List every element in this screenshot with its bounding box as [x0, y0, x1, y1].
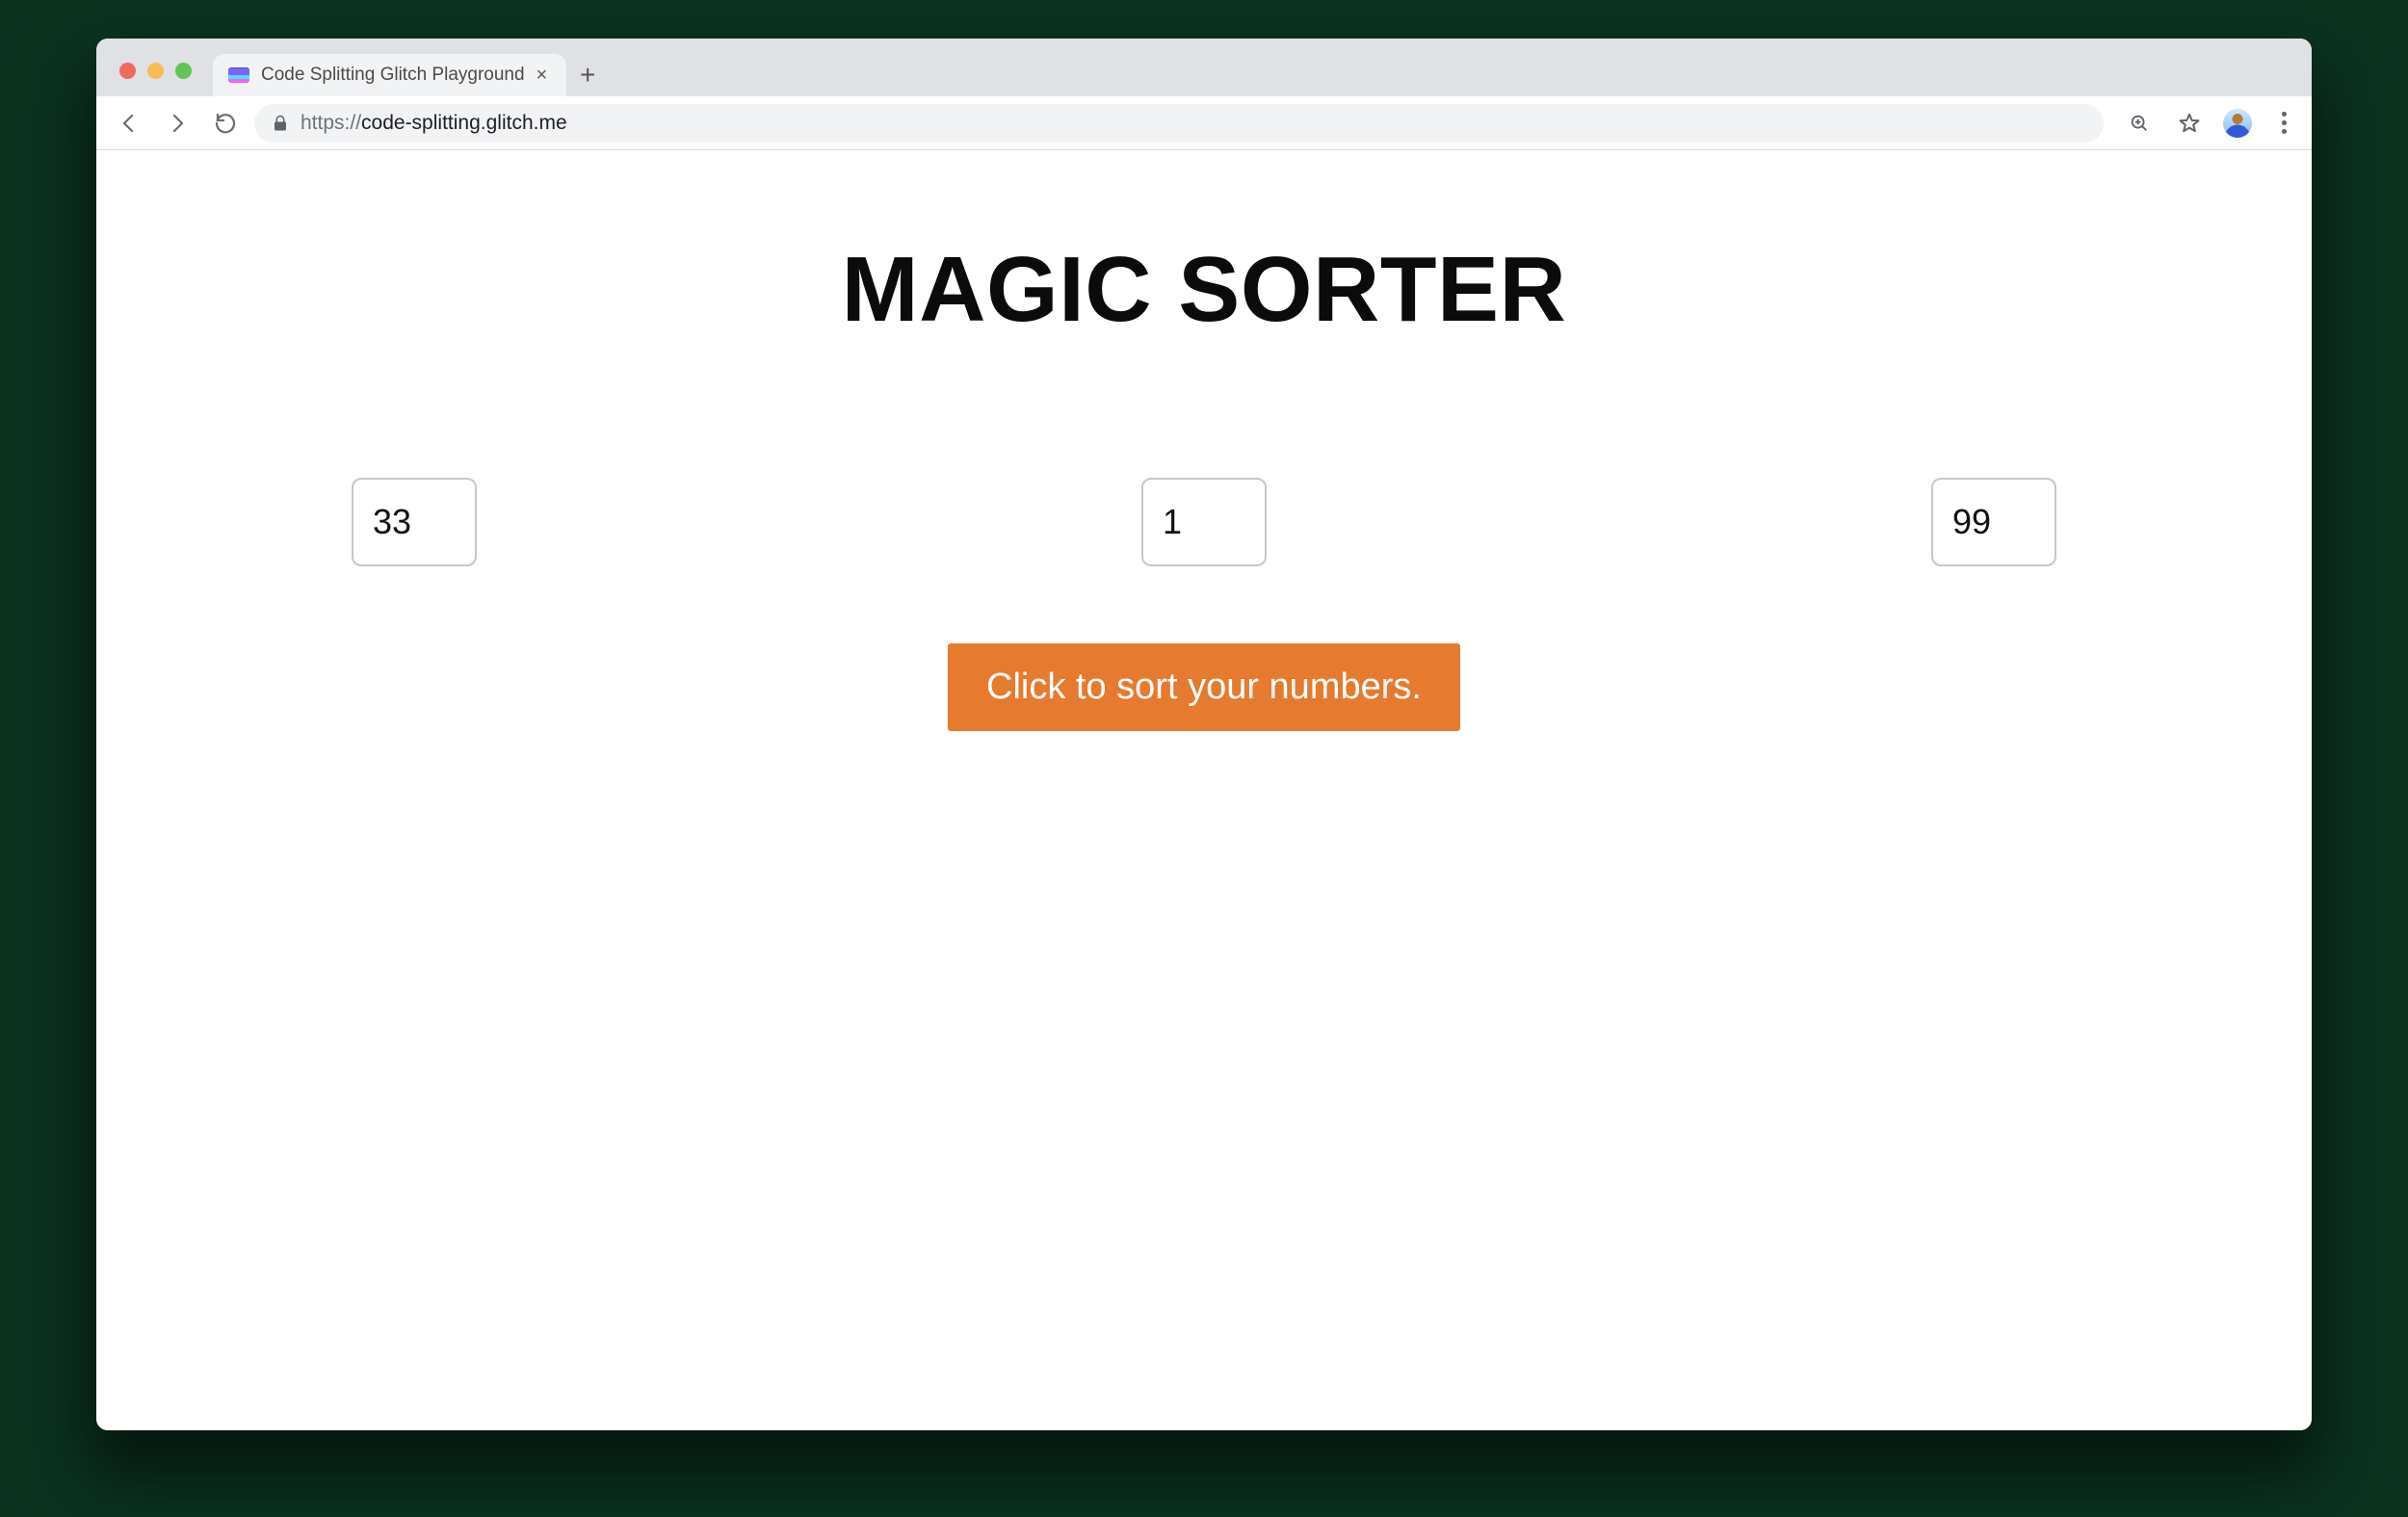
nav-back-button[interactable]: [110, 104, 148, 143]
number-input-b[interactable]: [1141, 478, 1267, 566]
profile-avatar[interactable]: [2223, 109, 2252, 138]
nav-forward-button[interactable]: [158, 104, 196, 143]
browser-menu-button[interactable]: [2269, 112, 2298, 134]
window-maximize-button[interactable]: [175, 63, 192, 79]
tab-close-button[interactable]: ×: [537, 65, 548, 85]
window-controls: [110, 63, 201, 96]
browser-toolbar: https://code-splitting.glitch.me: [96, 96, 2312, 150]
number-inputs-row: [352, 478, 2056, 566]
address-bar[interactable]: https://code-splitting.glitch.me: [254, 104, 2104, 143]
browser-tab[interactable]: Code Splitting Glitch Playground ×: [213, 54, 566, 96]
tab-title: Code Splitting Glitch Playground: [261, 65, 525, 86]
nav-reload-button[interactable]: [206, 104, 245, 143]
tab-strip: Code Splitting Glitch Playground × +: [96, 39, 2312, 96]
bookmark-star-icon[interactable]: [2173, 107, 2206, 140]
number-input-a[interactable]: [352, 478, 477, 566]
page-content: MAGIC SORTER Click to sort your numbers.: [352, 150, 2056, 731]
url-text: https://code-splitting.glitch.me: [301, 112, 567, 135]
page-viewport: MAGIC SORTER Click to sort your numbers.: [96, 150, 2312, 1430]
toolbar-right: [2113, 107, 2298, 140]
window-close-button[interactable]: [119, 63, 136, 79]
window-minimize-button[interactable]: [147, 63, 164, 79]
zoom-icon[interactable]: [2123, 107, 2156, 140]
browser-window: Code Splitting Glitch Playground × + htt…: [96, 39, 2312, 1430]
glitch-favicon-icon: [228, 65, 249, 86]
lock-icon: [272, 115, 289, 132]
new-tab-button[interactable]: +: [566, 54, 609, 96]
sort-button[interactable]: Click to sort your numbers.: [948, 643, 1460, 731]
page-title: MAGIC SORTER: [842, 237, 1567, 343]
number-input-c[interactable]: [1931, 478, 2056, 566]
